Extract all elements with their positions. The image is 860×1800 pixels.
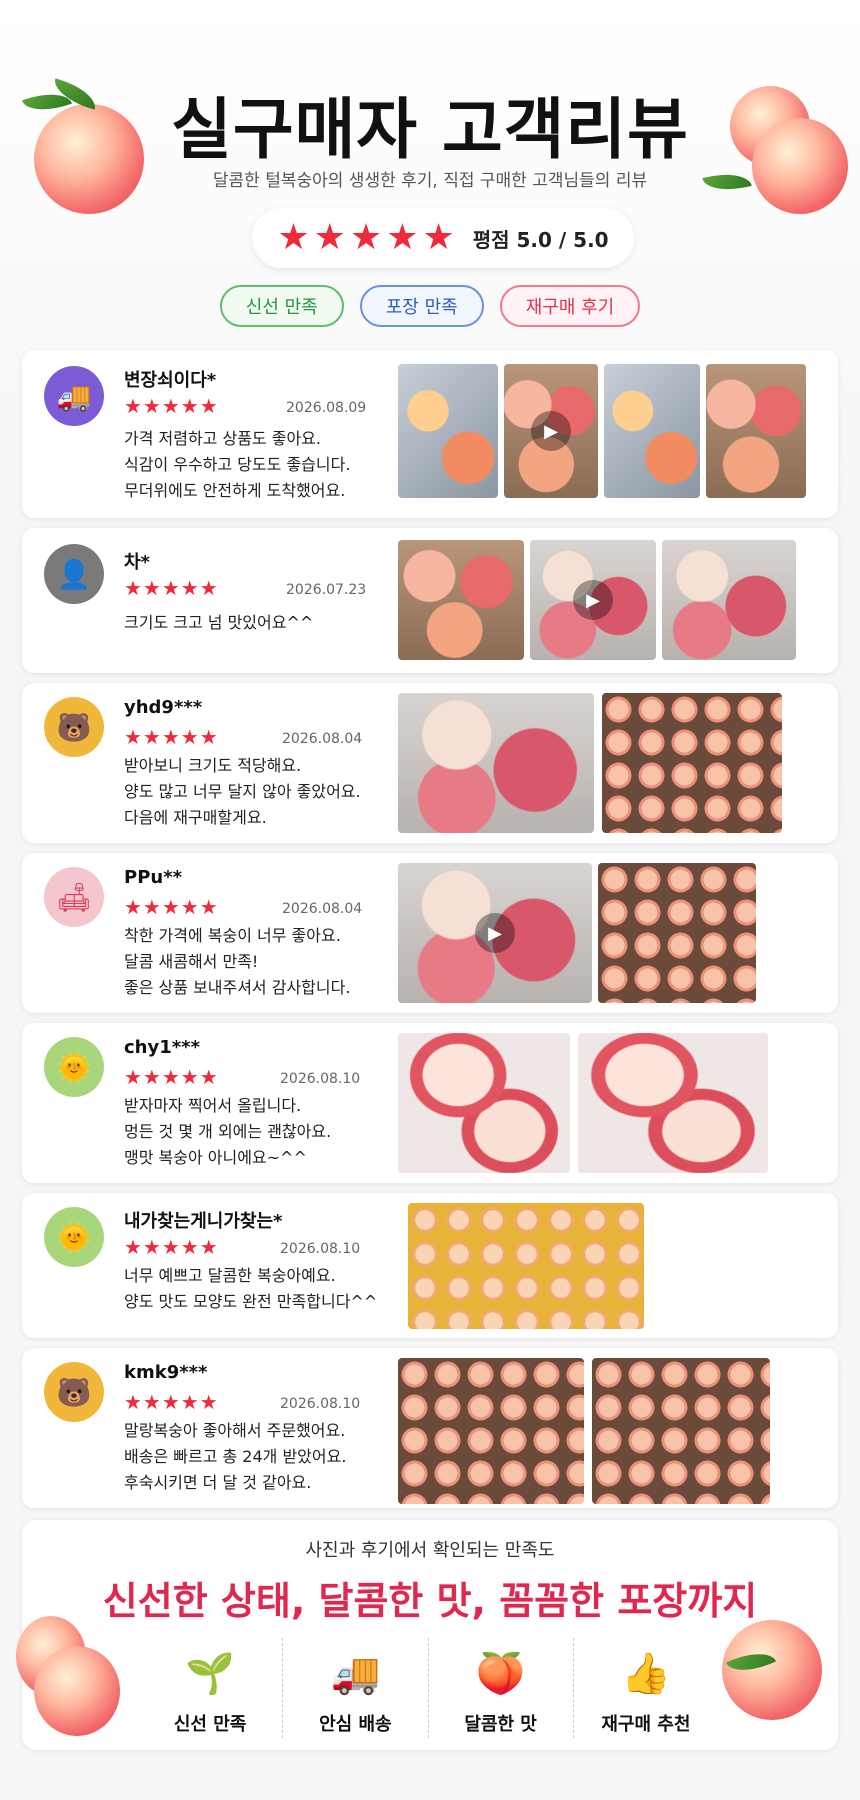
review-photo[interactable] [398, 693, 594, 833]
satisfaction-summary: 사진과 후기에서 확인되는 만족도 신선한 상태, 달콤한 맛, 꼼꼼한 포장까… [16, 1520, 838, 1750]
bear-icon: 🐻 [44, 1362, 104, 1422]
review-photo[interactable] [398, 1358, 584, 1504]
rating-summary: ★★★★★ 평점 5.0 / 5.0 [252, 208, 634, 268]
reviewer-name: kmk9*** [124, 1362, 208, 1383]
review-photo[interactable] [408, 1203, 644, 1329]
review-date: 2026.08.10 [280, 1241, 361, 1257]
review-stars: ★★★★★ [124, 895, 219, 919]
feature-label: 달콤한 맛 [464, 1714, 537, 1735]
feature-fresh: 🌱 신선 만족 [138, 1638, 282, 1738]
peach-bottom-right-image [722, 1620, 822, 1720]
reviewer-name: PPu** [124, 867, 183, 888]
review-text: 너무 예쁘고 달콤한 복숭아예요. 양도 맛도 모양도 완전 만족합니다^^ [124, 1266, 378, 1311]
tag-packaging[interactable]: 포장 만족 [359, 285, 484, 327]
review-photo[interactable] [604, 364, 700, 498]
reviewer-name: yhd9*** [124, 697, 203, 718]
feature-sweet: 🍑 달콤한 맛 [427, 1638, 573, 1738]
reviewer-name: chy1*** [124, 1037, 200, 1058]
bear-icon: 🐻 [44, 697, 104, 757]
sofa-icon: 🛋 [44, 867, 104, 927]
review-video[interactable]: ▶ [504, 364, 598, 498]
sun-icon: 🌞 [44, 1037, 104, 1097]
review-card: 🚚 변장쇠이다* ★★★★★ 2026.08.09 가격 저렴하고 상품도 좋아… [22, 350, 838, 518]
review-text: 말랑복숭아 좋아해서 주문했어요. 배송은 빠르고 총 24개 받았어요. 후숙… [124, 1421, 347, 1492]
person-icon: 👤 [44, 544, 104, 604]
review-stars: ★★★★★ [124, 1235, 219, 1259]
review-text: 착한 가격에 복숭이 너무 좋아요. 달콤 새콤해서 만족! 좋은 상품 보내주… [124, 926, 351, 997]
review-photo[interactable] [662, 540, 796, 660]
review-photo[interactable] [592, 1358, 770, 1504]
review-video[interactable]: ▶ [530, 540, 656, 660]
feature-label: 안심 배송 [319, 1714, 392, 1735]
rating-stars: ★★★★★ [277, 217, 459, 258]
review-date: 2026.08.04 [282, 901, 363, 917]
feature-label: 신선 만족 [173, 1714, 247, 1735]
review-date: 2026.08.10 [280, 1071, 361, 1087]
truck-icon: 🚚 [44, 366, 104, 426]
review-text: 크기도 크고 넘 맛있어요^^ [124, 613, 314, 632]
leaf-icon: 🌱 [185, 1650, 236, 1697]
summary-title: 신선한 상태, 달콤한 맛, 꼼꼼한 포장까지 [102, 1579, 758, 1623]
sun-icon: 🌞 [44, 1207, 104, 1267]
review-page: 실구매자 고객리뷰 달콤한 털복숭아의 생생한 후기, 직접 구매한 고객님들의… [0, 0, 860, 1800]
review-photo[interactable] [706, 364, 806, 498]
review-date: 2026.08.10 [280, 1396, 361, 1412]
tag-repurchase[interactable]: 재구매 후기 [499, 285, 641, 327]
review-photo[interactable] [578, 1033, 768, 1173]
review-stars: ★★★★★ [124, 1065, 219, 1089]
review-card: 🐻 kmk9*** ★★★★★ 2026.08.10 말랑복숭아 좋아해서 주문… [22, 1348, 838, 1508]
review-photo[interactable] [398, 364, 498, 498]
peach-icon: 🍑 [475, 1650, 526, 1697]
reviewer-name: 차* [124, 552, 150, 573]
review-card: 🌞 내가찾는게니가찾는* ★★★★★ 2026.08.10 너무 예쁘고 달콤한… [22, 1193, 838, 1338]
play-icon[interactable]: ▶ [531, 411, 571, 451]
review-video[interactable]: ▶ [398, 863, 592, 1003]
review-text: 가격 저렴하고 상품도 좋아요. 식감이 우수하고 당도도 좋습니다. 무더위에… [124, 429, 351, 500]
review-photo[interactable] [398, 1033, 570, 1173]
feature-repurchase: 👍 재구매 추천 [572, 1638, 718, 1738]
review-photo[interactable] [398, 540, 524, 660]
reviewer-name: 변장쇠이다* [124, 370, 217, 391]
review-text: 받아보니 크기도 적당해요. 양도 많고 너무 달지 않아 좋았어요. 다음에 … [124, 756, 361, 827]
rating-score: 평점 5.0 / 5.0 [472, 227, 609, 252]
review-card: 👤 차* ★★★★★ 2026.07.23 크기도 크고 넘 맛있어요^^ ▶ [22, 528, 838, 673]
review-header: 실구매자 고객리뷰 달콤한 털복숭아의 생생한 후기, 직접 구매한 고객님들의… [0, 0, 860, 340]
review-photo[interactable] [598, 863, 756, 1003]
review-text: 받자마자 찍어서 올립니다. 멍든 것 몇 개 외에는 괜찮아요. 맹맛 복숭아… [124, 1096, 332, 1167]
reviewer-name: 내가찾는게니가찾는* [124, 1211, 283, 1232]
review-stars: ★★★★★ [124, 1390, 219, 1414]
review-date: 2026.07.23 [286, 582, 367, 598]
tag-fresh[interactable]: 신선 만족 [219, 285, 344, 327]
feature-list: 🌱 신선 만족 🚚 안심 배송 🍑 달콤한 맛 👍 재구매 추천 [138, 1638, 718, 1738]
review-stars: ★★★★★ [124, 725, 219, 749]
feature-label: 재구매 추천 [601, 1714, 691, 1735]
review-stars: ★★★★★ [124, 394, 219, 418]
review-card: 🐻 yhd9*** ★★★★★ 2026.08.04 받아보니 크기도 적당해요… [22, 683, 838, 843]
thumbs-up-icon: 👍 [620, 1650, 671, 1697]
peach-bottom-left-image-2 [34, 1646, 120, 1736]
play-icon[interactable]: ▶ [573, 580, 613, 620]
review-photo[interactable] [602, 693, 782, 833]
page-subtitle: 달콤한 털복숭아의 생생한 후기, 직접 구매한 고객님들의 리뷰 [212, 171, 648, 191]
review-stars: ★★★★★ [124, 576, 219, 600]
summary-subtitle: 사진과 후기에서 확인되는 만족도 [305, 1540, 555, 1561]
page-title: 실구매자 고객리뷰 [171, 91, 689, 168]
review-card: 🌞 chy1*** ★★★★★ 2026.08.10 받자마자 찍어서 올립니다… [22, 1023, 838, 1183]
review-tags: 신선 만족 포장 만족 재구매 후기 [0, 285, 860, 327]
review-date: 2026.08.09 [286, 400, 367, 416]
play-icon[interactable]: ▶ [475, 913, 515, 953]
feature-delivery: 🚚 안심 배송 [282, 1638, 427, 1738]
review-date: 2026.08.04 [282, 731, 363, 747]
truck-icon: 🚚 [330, 1650, 381, 1697]
review-card: 🛋 PPu** ★★★★★ 2026.08.04 착한 가격에 복숭이 너무 좋… [22, 853, 838, 1013]
